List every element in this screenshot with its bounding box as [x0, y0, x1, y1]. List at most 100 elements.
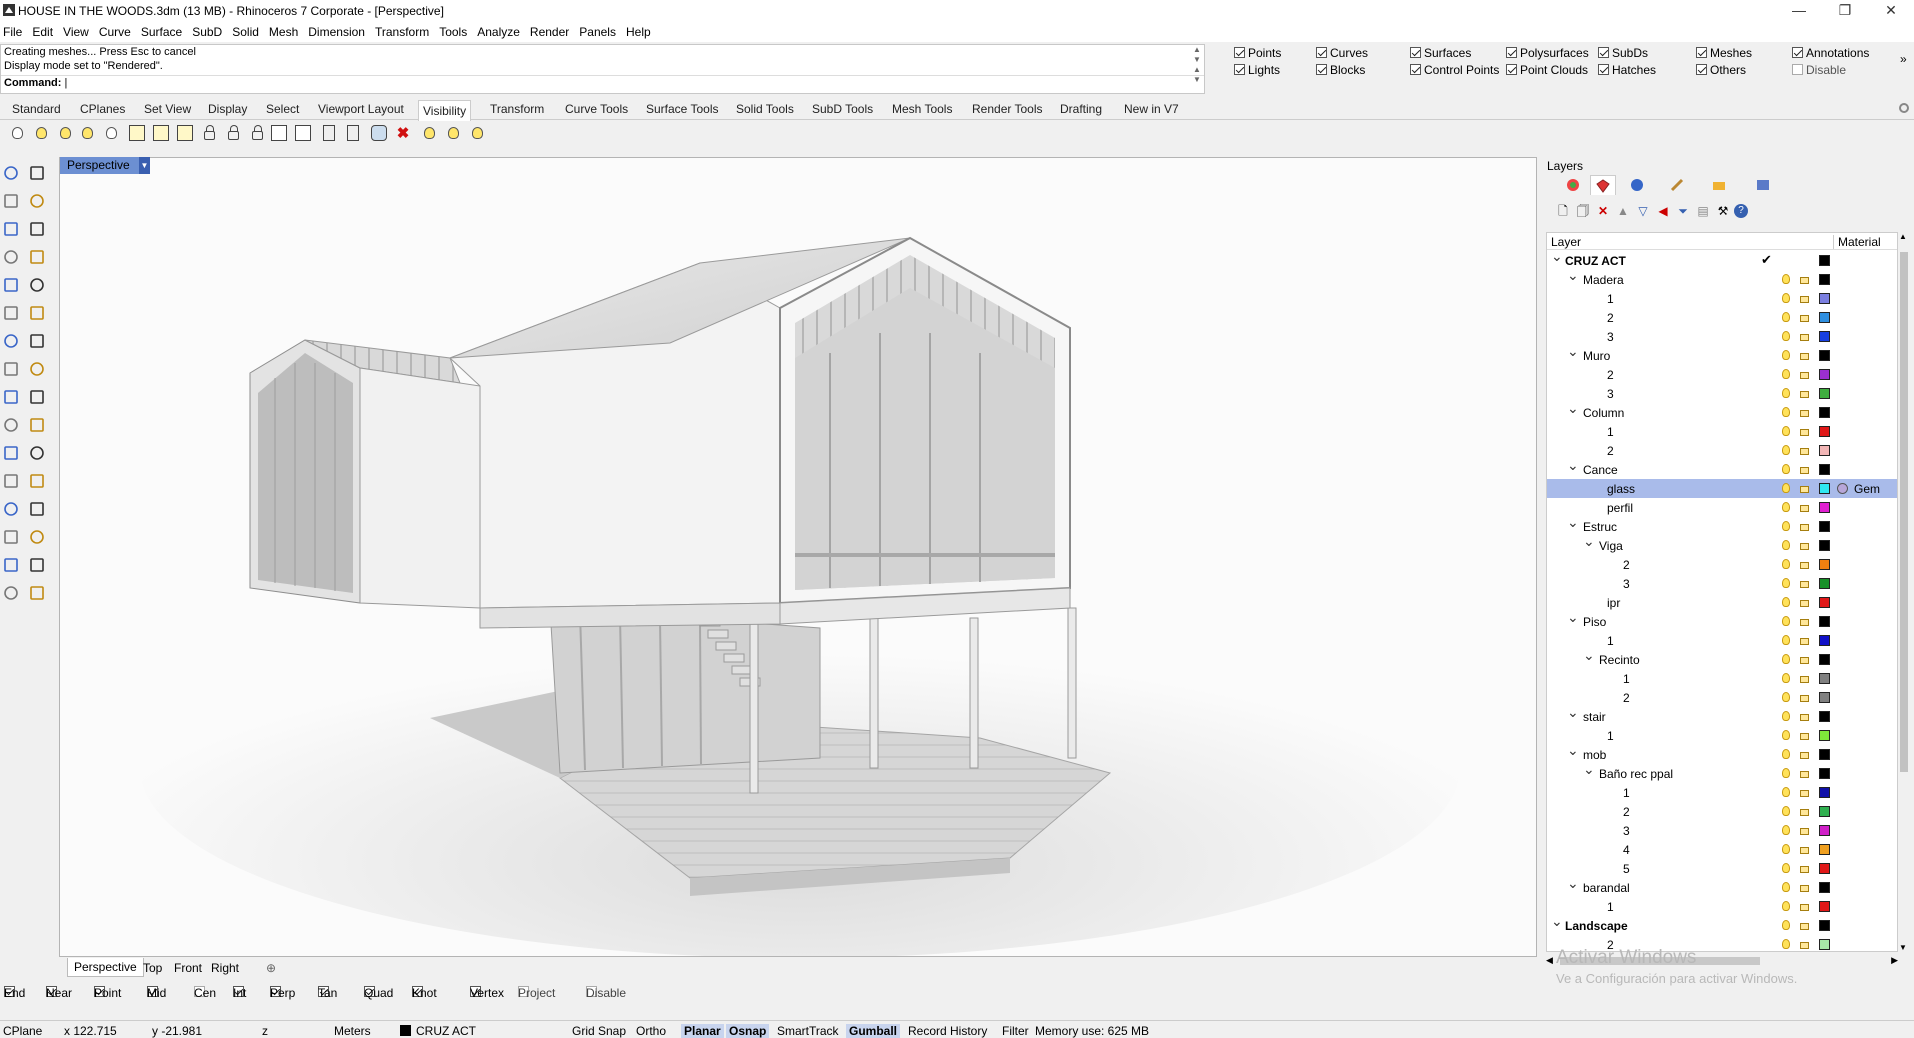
- layer-color-swatch[interactable]: [1819, 369, 1830, 380]
- lightbulb-icon[interactable]: [1782, 635, 1790, 645]
- lightbulb-icon[interactable]: [1782, 768, 1790, 778]
- layer-row[interactable]: 2: [1547, 308, 1897, 327]
- lock-icon[interactable]: [1800, 543, 1809, 550]
- filter-icon[interactable]: ⏷: [1674, 203, 1692, 219]
- command-area[interactable]: Creating meshes... Press Esc to cancel D…: [0, 44, 1205, 94]
- move-up-icon[interactable]: ▲: [1614, 203, 1632, 219]
- fillet-curve-icon[interactable]: [26, 274, 48, 296]
- lock-icon[interactable]: [1800, 638, 1809, 645]
- tab-set-view[interactable]: Set View: [144, 102, 191, 116]
- layer-color-swatch[interactable]: [1819, 350, 1830, 361]
- osnap-toggle[interactable]: Osnap: [726, 1024, 770, 1038]
- polyline-icon[interactable]: [0, 190, 22, 212]
- block-icon[interactable]: [0, 526, 22, 548]
- layer-color-swatch[interactable]: [1819, 939, 1830, 950]
- chevron-down-icon[interactable]: ⌄: [1567, 400, 1579, 417]
- lightbulb-icon[interactable]: [1782, 654, 1790, 664]
- lock-icon[interactable]: [1800, 809, 1809, 816]
- layer-row[interactable]: ⌄ Landscape: [1547, 913, 1897, 935]
- gear-icon[interactable]: [1898, 102, 1910, 114]
- layer-row[interactable]: 1: [1547, 631, 1897, 650]
- filter-surfaces[interactable]: Surfaces: [1410, 46, 1471, 60]
- layer-list[interactable]: Layer Material ⌄ CRUZ ACT ✔ ⌄ Madera 1 2 3 ⌄ Muro…: [1546, 232, 1898, 952]
- tab-select[interactable]: Select: [266, 102, 299, 116]
- lock-objects-icon[interactable]: [198, 122, 220, 144]
- layer-color-swatch[interactable]: [1819, 825, 1830, 836]
- lock-icon[interactable]: [1800, 790, 1809, 797]
- unisolate-all-icon[interactable]: [466, 122, 488, 144]
- help-icon[interactable]: ?: [1734, 204, 1748, 218]
- filter-lights[interactable]: Lights: [1234, 63, 1280, 77]
- surface-edge-icon[interactable]: [26, 302, 48, 324]
- layer-color-swatch[interactable]: [1819, 901, 1830, 912]
- layer-color-swatch[interactable]: [1819, 312, 1830, 323]
- layer-color-swatch[interactable]: [1819, 445, 1830, 456]
- lock-icon[interactable]: [1800, 562, 1809, 569]
- lock-swap-icon[interactable]: [246, 122, 268, 144]
- lightbulb-icon[interactable]: [1782, 426, 1790, 436]
- lock-icon[interactable]: [1800, 448, 1809, 455]
- checkbox[interactable]: [1234, 47, 1245, 58]
- layer-row[interactable]: ⌄ mob: [1547, 742, 1897, 764]
- tab-viewport-layout[interactable]: Viewport Layout: [318, 102, 404, 116]
- layer-row[interactable]: 3: [1547, 384, 1897, 403]
- chevron-down-icon[interactable]: ⌄: [1567, 609, 1579, 626]
- layer-row[interactable]: ⌄ Baño rec ppal: [1547, 761, 1897, 783]
- hide-objects-icon[interactable]: [30, 122, 52, 144]
- join-icon[interactable]: [0, 414, 22, 436]
- help-tab-icon[interactable]: [1664, 175, 1690, 195]
- render-icon[interactable]: [26, 554, 48, 576]
- status-units[interactable]: Meters: [334, 1024, 371, 1038]
- tab-standard[interactable]: Standard: [12, 102, 61, 116]
- command-scrollbar[interactable]: ▲ ▼ ▲ ▼: [1191, 45, 1203, 93]
- boolean-union-icon[interactable]: [0, 386, 22, 408]
- chevron-down-icon[interactable]: ⌄: [1567, 457, 1579, 474]
- filter-disable[interactable]: Disable: [1792, 63, 1846, 77]
- layer-row[interactable]: 2: [1547, 688, 1897, 707]
- record-history-toggle[interactable]: Record History: [908, 1024, 987, 1038]
- lock-icon[interactable]: [1800, 904, 1809, 911]
- menu-surface[interactable]: Surface: [138, 22, 189, 39]
- tab-subd-tools[interactable]: SubD Tools: [812, 102, 873, 116]
- layer-color-swatch[interactable]: [1819, 293, 1830, 304]
- layer-row[interactable]: 2: [1547, 441, 1897, 460]
- checkbox[interactable]: [1410, 64, 1421, 75]
- layer-color-swatch[interactable]: [1819, 692, 1830, 703]
- layer-row[interactable]: 1: [1547, 726, 1897, 745]
- checkbox[interactable]: [1792, 47, 1803, 58]
- layer-color-swatch[interactable]: [1819, 255, 1830, 266]
- menu-curve[interactable]: Curve: [96, 22, 138, 39]
- layer-row[interactable]: 3: [1547, 327, 1897, 346]
- close-button[interactable]: ✕: [1868, 0, 1914, 22]
- split-icon[interactable]: [26, 414, 48, 436]
- lock-icon[interactable]: [1800, 296, 1809, 303]
- lightbulb-icon[interactable]: [1782, 597, 1790, 607]
- add-viewport-tab-icon[interactable]: ⊕: [266, 961, 276, 975]
- checkbox[interactable]: [1316, 64, 1327, 75]
- new-sublayer-icon[interactable]: 🗍: [1574, 203, 1592, 219]
- hide-edges-icon[interactable]: ✖: [392, 122, 414, 144]
- lightbulb-icon[interactable]: [1782, 350, 1790, 360]
- unisolate-icon[interactable]: [442, 122, 464, 144]
- layer-color-swatch[interactable]: [1819, 331, 1830, 342]
- tab-drafting[interactable]: Drafting: [1060, 102, 1102, 116]
- lightbulb-icon[interactable]: [1782, 844, 1790, 854]
- viewport-perspective[interactable]: [59, 157, 1537, 957]
- layer-color-swatch[interactable]: [1819, 730, 1830, 741]
- isolate-icon[interactable]: [418, 122, 440, 144]
- layer-row[interactable]: ⌄ CRUZ ACT ✔: [1547, 248, 1897, 270]
- lightbulb-icon[interactable]: [1782, 293, 1790, 303]
- paint-icon[interactable]: [26, 582, 48, 604]
- ortho-toggle[interactable]: Ortho: [636, 1024, 666, 1038]
- layer-row[interactable]: 3: [1547, 574, 1897, 593]
- layer-row[interactable]: 2: [1547, 555, 1897, 574]
- layer-color-swatch[interactable]: [1819, 844, 1830, 855]
- layer-color-swatch[interactable]: [1819, 673, 1830, 684]
- layer-color-swatch[interactable]: [1819, 882, 1830, 893]
- lock-icon[interactable]: [1800, 771, 1809, 778]
- hide-swap-icon[interactable]: [54, 122, 76, 144]
- tab-display[interactable]: Display: [208, 102, 247, 116]
- lock-icon[interactable]: [1800, 486, 1809, 493]
- layer-color-swatch[interactable]: [1819, 388, 1830, 399]
- layer-color-swatch[interactable]: [1819, 768, 1830, 779]
